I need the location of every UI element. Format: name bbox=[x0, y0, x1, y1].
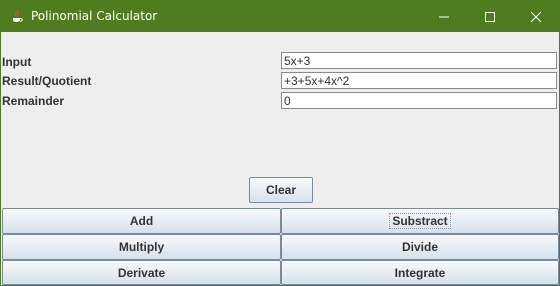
maximize-icon bbox=[485, 11, 495, 22]
remainder-label: Remainder bbox=[2, 94, 65, 108]
input-label: Input bbox=[2, 55, 32, 69]
substract-button[interactable]: Substract bbox=[281, 208, 559, 234]
multiply-button-label: Multiply bbox=[118, 240, 165, 254]
java-app-icon bbox=[13, 9, 23, 22]
multiply-button[interactable]: Multiply bbox=[2, 234, 281, 260]
divide-button-label: Divide bbox=[401, 240, 438, 254]
clear-button-label: Clear bbox=[265, 183, 297, 197]
window-title: Polinomial Calculator bbox=[31, 9, 158, 23]
input-field[interactable] bbox=[281, 52, 557, 69]
substract-button-label: Substract bbox=[389, 213, 451, 229]
result-field[interactable] bbox=[281, 72, 557, 89]
remainder-field[interactable] bbox=[281, 92, 557, 109]
maximize-button[interactable] bbox=[467, 1, 513, 32]
close-button[interactable] bbox=[513, 1, 559, 32]
content-panel: Input Result/Quotient Remainder Clear Ad… bbox=[1, 32, 559, 285]
derivate-button[interactable]: Derivate bbox=[2, 260, 281, 285]
title-bar[interactable]: Polinomial Calculator bbox=[1, 1, 559, 32]
app-window: Polinomial Calculator Input Result/Quoti… bbox=[0, 0, 560, 286]
add-button[interactable]: Add bbox=[2, 208, 281, 234]
divide-button[interactable]: Divide bbox=[281, 234, 559, 260]
derivate-button-label: Derivate bbox=[117, 265, 166, 280]
clear-button[interactable]: Clear bbox=[249, 177, 313, 203]
integrate-button[interactable]: Integrate bbox=[281, 260, 559, 285]
minimize-button[interactable] bbox=[421, 1, 467, 32]
minimize-icon bbox=[439, 16, 449, 17]
add-button-label: Add bbox=[129, 214, 154, 228]
integrate-button-label: Integrate bbox=[394, 265, 446, 280]
close-icon bbox=[531, 11, 541, 22]
result-label: Result/Quotient bbox=[2, 74, 92, 88]
